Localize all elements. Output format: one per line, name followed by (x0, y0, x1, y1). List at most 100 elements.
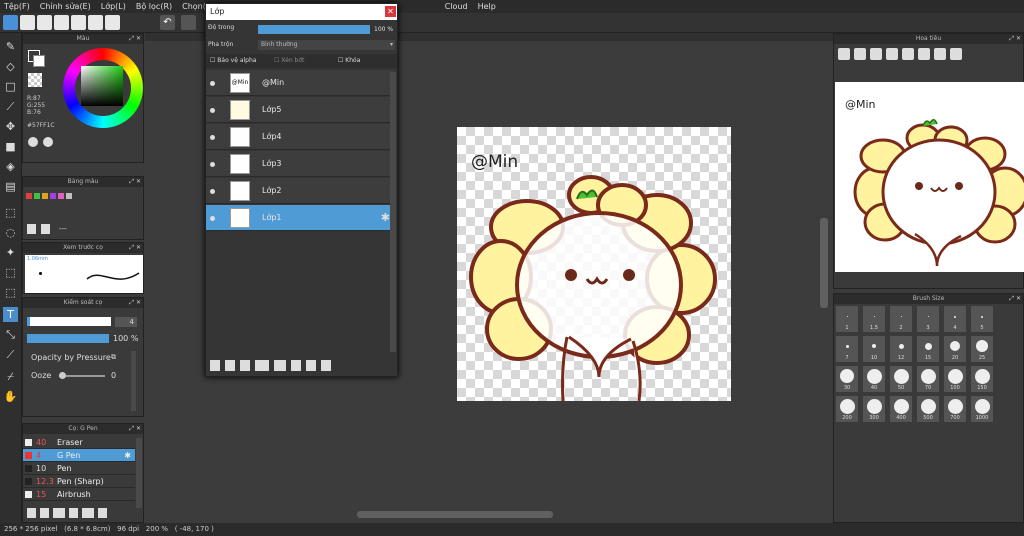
brush-size-option[interactable]: 150 (971, 366, 993, 392)
undo-icon[interactable]: ↶ (160, 15, 175, 30)
brush-menu-icon[interactable] (53, 508, 65, 518)
eye-icon[interactable] (210, 189, 215, 194)
magic-wand-icon[interactable]: ✦ (3, 245, 18, 260)
pressure-toggle-icon[interactable]: ⧉ (111, 353, 116, 362)
clipping-checkbox[interactable]: ☐ Xén bớt (274, 54, 304, 68)
rotate-right-icon[interactable] (918, 48, 930, 60)
bucket-tool-icon[interactable]: ◈ (3, 159, 18, 174)
smudge-tool-icon[interactable]: ⟋ (3, 347, 18, 362)
layer-row[interactable]: Lớp5 (206, 97, 394, 123)
brush-control-scrollbar[interactable] (131, 351, 136, 411)
gradient-tool-icon[interactable]: ▤ (3, 179, 18, 194)
lasso-tool-icon[interactable]: ◌ (3, 225, 18, 240)
brush-size-option[interactable]: 4 (944, 306, 966, 332)
delete-layer-icon[interactable] (321, 360, 331, 371)
layer-menu-icon[interactable] (255, 360, 269, 371)
opacity-slider[interactable] (27, 334, 109, 343)
brush-tool-icon[interactable]: ✎ (3, 39, 18, 54)
background-color-swatch[interactable] (33, 55, 45, 67)
panel-close-icon[interactable]: ⤢ ✕ (129, 243, 141, 253)
brush-list-scrollbar[interactable] (136, 438, 142, 508)
brush-size-option[interactable]: 15 (917, 336, 939, 362)
brush-size-option[interactable]: 2 (890, 306, 912, 332)
text-tool-icon[interactable]: T (3, 307, 18, 322)
eyedropper-icon[interactable]: ⌿ (3, 369, 18, 384)
swatch-color[interactable] (58, 193, 64, 199)
transparent-color-swatch[interactable] (28, 73, 42, 87)
zoom-in-icon[interactable] (838, 48, 850, 60)
brush-copy-icon[interactable] (69, 508, 78, 518)
zoom-out-icon[interactable] (854, 48, 866, 60)
select-eraser-icon[interactable]: ⬚ (3, 285, 18, 300)
eye-icon[interactable] (210, 216, 215, 221)
brush-size-option[interactable]: 25 (971, 336, 993, 362)
panel-close-icon[interactable]: ⤢ ✕ (129, 34, 141, 44)
select-rect-icon[interactable]: ⬚ (3, 205, 18, 220)
swatch-color[interactable] (26, 193, 32, 199)
rect-tool-icon[interactable]: □ (3, 79, 18, 94)
new-layer-icon[interactable] (210, 360, 220, 371)
panel-close-icon[interactable]: ⤢ ✕ (1009, 294, 1021, 304)
hand-tool-icon[interactable]: ✋ (3, 389, 18, 404)
brush-size-option[interactable]: 10 (863, 336, 885, 362)
clear-icon[interactable] (181, 15, 196, 30)
brush-size-slider[interactable] (27, 317, 111, 326)
brush-settings-icon[interactable]: ✱ (124, 449, 131, 462)
brush-delete-icon[interactable] (98, 508, 107, 518)
menu-layer[interactable]: Lớp(L) (101, 2, 126, 11)
new-file-icon[interactable] (20, 15, 35, 30)
drawing-canvas[interactable]: @Min (457, 127, 731, 401)
palette-icon[interactable] (28, 137, 38, 147)
saturation-value-square[interactable] (81, 66, 123, 106)
menu-filter[interactable]: Bộ lọc(R) (136, 2, 172, 11)
brush-size-option[interactable]: 200 (836, 396, 858, 422)
ooze-slider[interactable] (59, 372, 105, 379)
brush-size-option[interactable]: 1 (836, 306, 858, 332)
new-8bit-layer-icon[interactable] (240, 360, 250, 371)
menu-help[interactable]: Help (478, 2, 496, 11)
cloud-icon[interactable] (3, 15, 18, 30)
layer-row-selected[interactable]: Lớp1 ✱ (206, 205, 394, 231)
layer-row[interactable]: Lớp4 (206, 124, 394, 150)
layer-list-scrollbar[interactable] (390, 72, 396, 352)
brush-item[interactable]: 12.3 Pen (Sharp) (23, 475, 135, 488)
swatch-color[interactable] (42, 193, 48, 199)
brush-size-value[interactable]: 4 (115, 317, 137, 327)
flip-icon[interactable] (950, 48, 962, 60)
panel-close-icon[interactable]: ⤢ ✕ (129, 424, 141, 434)
swatch-color[interactable] (50, 193, 56, 199)
fit-icon[interactable] (870, 48, 882, 60)
protect-alpha-checkbox[interactable]: ☐ Bảo vệ alpha (210, 54, 256, 68)
select-pen-icon[interactable]: ⬚ (3, 265, 18, 280)
duplicate-layer-icon[interactable] (291, 360, 301, 371)
brush-item-selected[interactable]: 4G Pen ✱ (23, 449, 135, 462)
chat-icon[interactable] (37, 15, 52, 30)
brush-size-option[interactable]: 30 (836, 366, 858, 392)
new-halftone-layer-icon[interactable] (225, 360, 235, 371)
layer-row[interactable]: Lớp3 (206, 151, 394, 177)
brush-size-option[interactable]: 400 (890, 396, 912, 422)
brush-size-option[interactable]: 12 (890, 336, 912, 362)
panel-close-icon[interactable]: ⤢ ✕ (129, 298, 141, 308)
eye-icon[interactable] (210, 81, 215, 86)
swatch-color[interactable] (34, 193, 40, 199)
eraser-tool-icon[interactable]: ◇ (3, 59, 18, 74)
save-icon[interactable] (71, 15, 86, 30)
brush-size-option[interactable]: 700 (944, 396, 966, 422)
color-mix-icon[interactable] (43, 137, 53, 147)
brush-item[interactable]: 15 Airbrush (23, 488, 135, 501)
brush-size-option[interactable]: 5 (971, 306, 993, 332)
brush-size-option[interactable]: 300 (863, 396, 885, 422)
brush-size-option[interactable]: 1.5 (863, 306, 885, 332)
eye-icon[interactable] (210, 135, 215, 140)
rotate-left-icon[interactable] (902, 48, 914, 60)
brush-size-option[interactable]: 500 (917, 396, 939, 422)
vertical-scrollbar[interactable] (820, 218, 828, 308)
brush-size-option[interactable]: 70 (917, 366, 939, 392)
brush-size-option[interactable]: 100 (944, 366, 966, 392)
brush-size-option[interactable]: 50 (890, 366, 912, 392)
panel-close-icon[interactable]: ⤢ ✕ (129, 177, 141, 187)
comment-icon[interactable] (54, 15, 69, 30)
brush-item[interactable]: 40 Eraser (23, 436, 135, 449)
layer-row[interactable]: @Min @Min (206, 70, 394, 96)
